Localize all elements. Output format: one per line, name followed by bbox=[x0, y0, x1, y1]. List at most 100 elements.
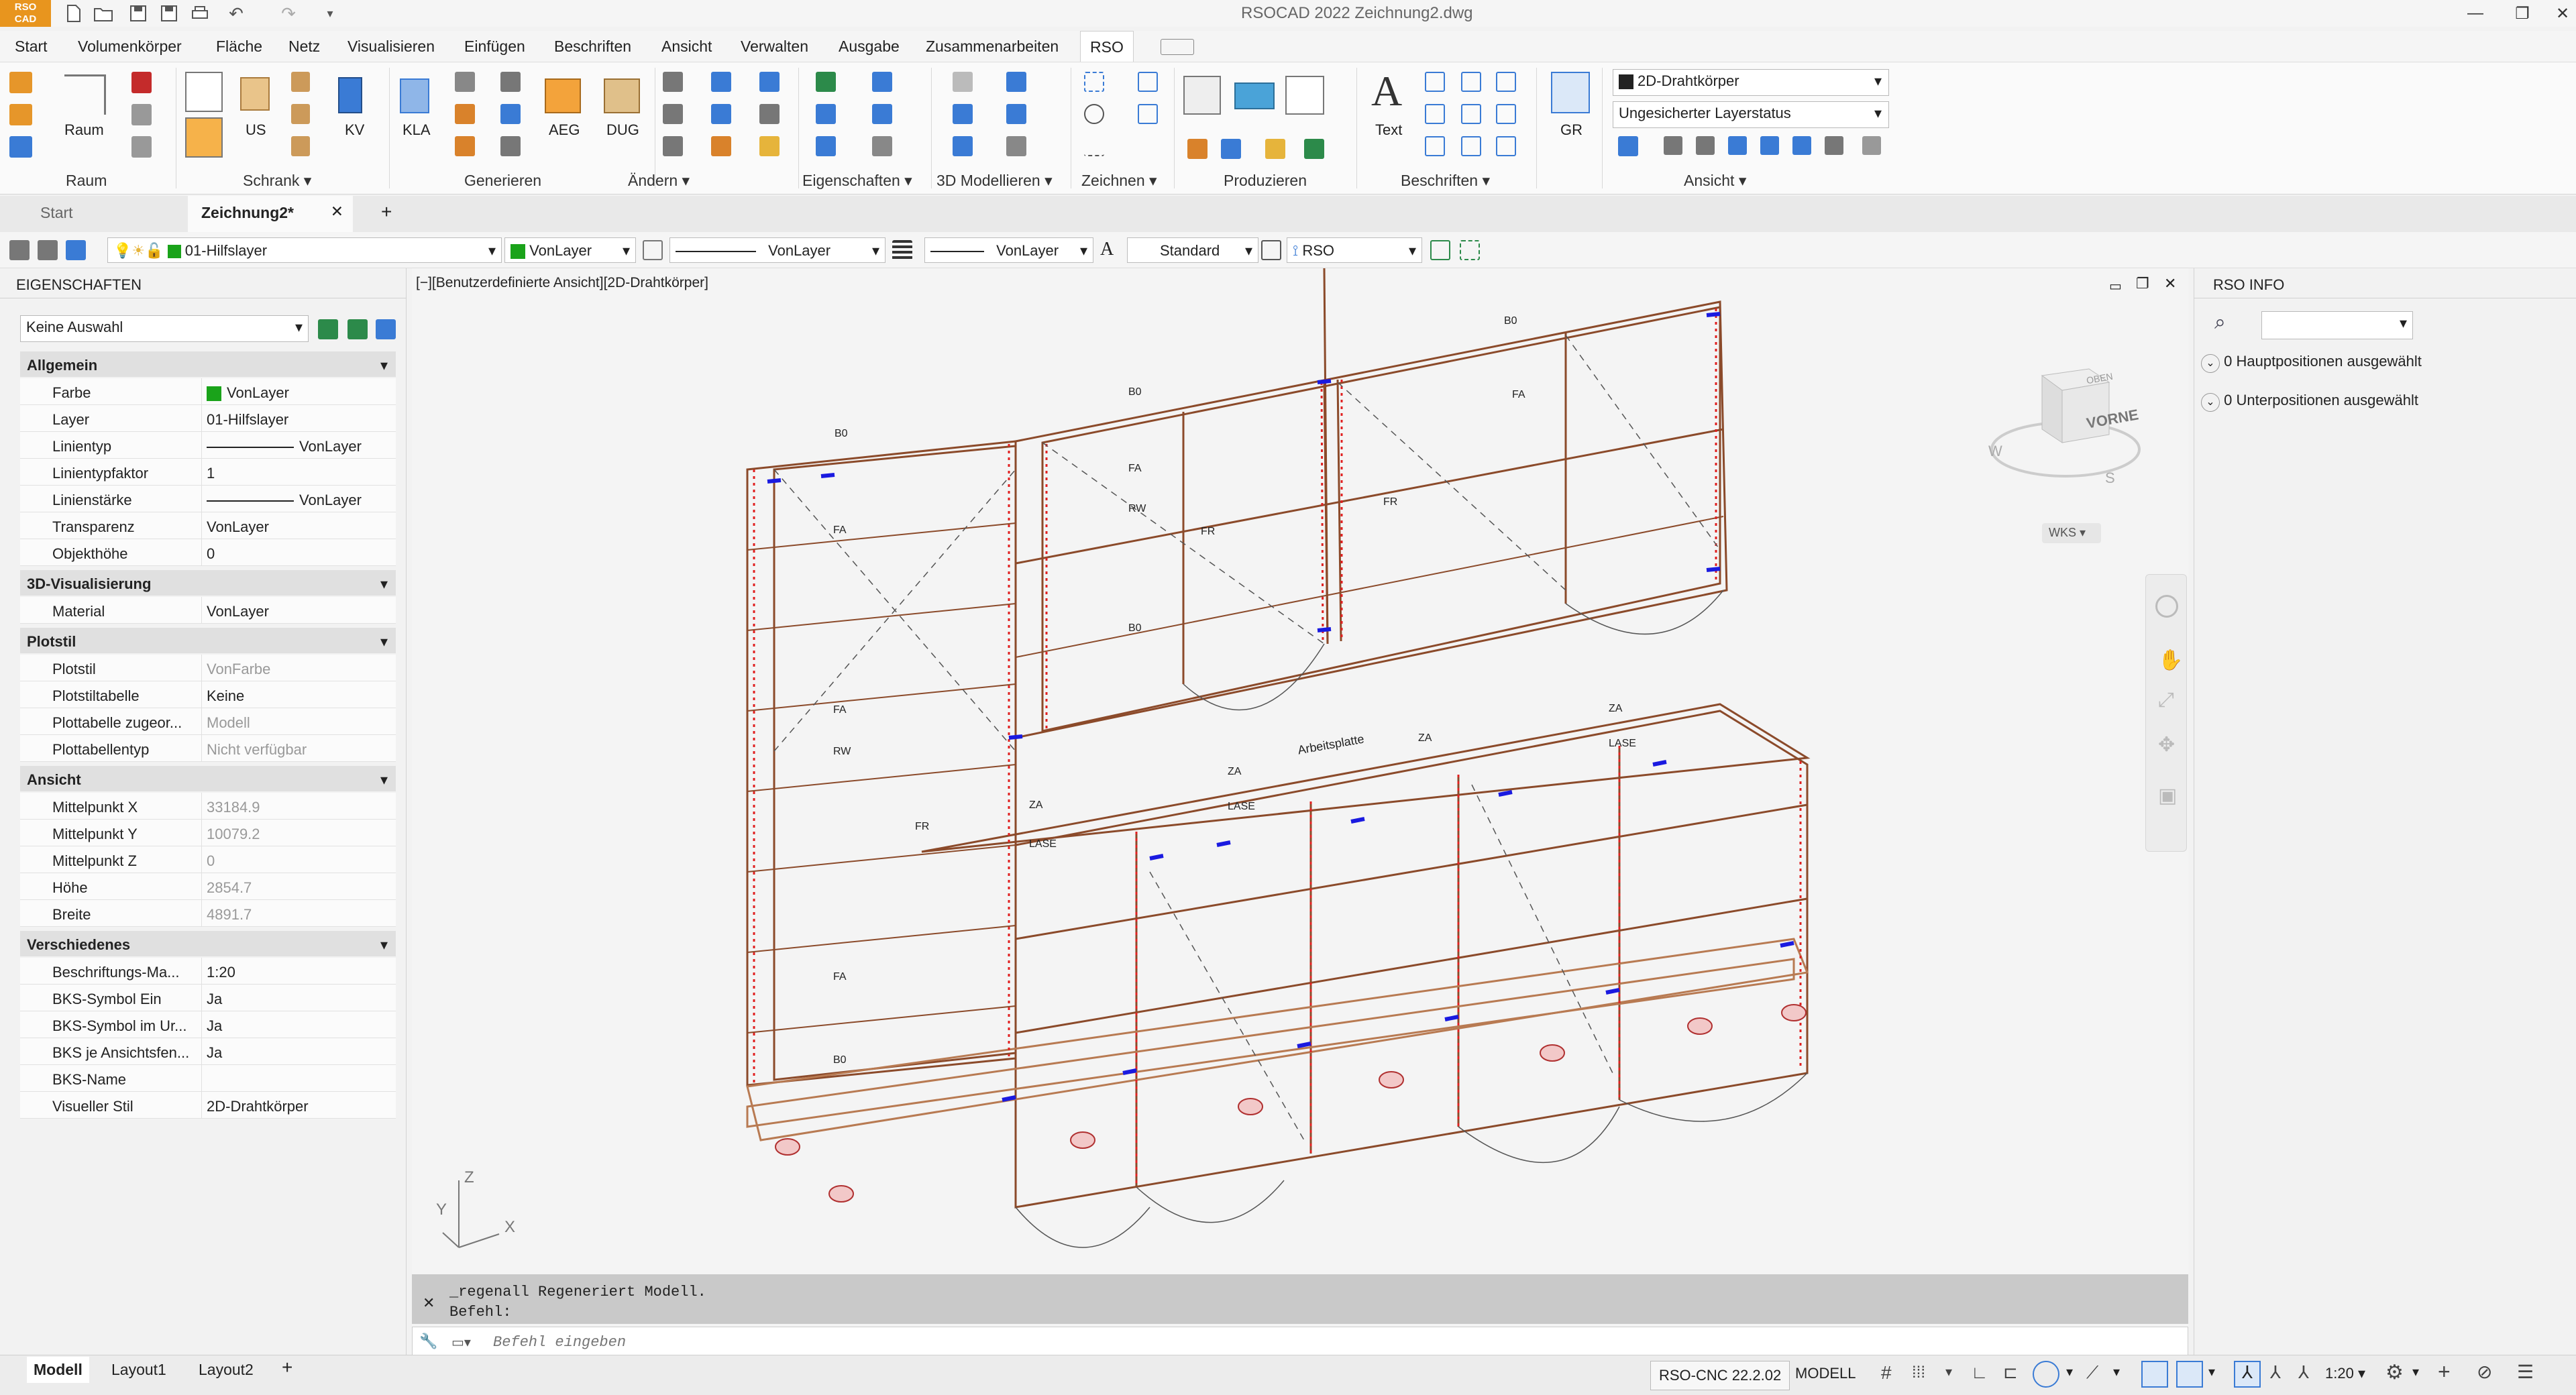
model3d-icon-3[interactable] bbox=[953, 136, 973, 156]
cabinet-small-icon[interactable] bbox=[291, 72, 310, 92]
gray-box-icon[interactable] bbox=[131, 104, 152, 125]
tab-volumenkoerper[interactable]: Volumenkörper bbox=[78, 38, 182, 56]
dim-icon-7[interactable] bbox=[1496, 72, 1516, 92]
cabinet-small-icon-3[interactable] bbox=[291, 136, 310, 156]
object-snap-icon[interactable] bbox=[2176, 1361, 2203, 1388]
dim-icon-1[interactable] bbox=[1425, 72, 1445, 92]
text-style-select[interactable]: Standard ▾ bbox=[1127, 237, 1258, 263]
linetype-select[interactable]: VonLayer ▾ bbox=[669, 237, 885, 263]
property-row[interactable]: Plottabellentyp Nicht verfügbar bbox=[20, 735, 396, 762]
property-row[interactable]: BKS-Name bbox=[20, 1065, 396, 1092]
tab-start-doc[interactable]: Start bbox=[27, 196, 87, 232]
dim-icon-6[interactable] bbox=[1461, 136, 1481, 156]
us-cabinet-icon[interactable] bbox=[240, 77, 270, 111]
add-icon[interactable]: + bbox=[2438, 1359, 2451, 1384]
property-value[interactable]: VonLayer bbox=[207, 384, 289, 402]
property-row[interactable]: BKS je Ansichtsfen... Ja bbox=[20, 1038, 396, 1065]
property-row[interactable]: Layer 01-Hilfslayer bbox=[20, 405, 396, 432]
dim-icon-3[interactable] bbox=[1425, 136, 1445, 156]
view-icon-2[interactable] bbox=[1664, 136, 1682, 155]
kla-icon[interactable] bbox=[400, 78, 429, 113]
lineweight-icon[interactable] bbox=[892, 240, 912, 260]
property-row[interactable]: Höhe 2854.7 bbox=[20, 873, 396, 900]
customize-icon[interactable]: 🔧 bbox=[419, 1333, 437, 1350]
modify-icon-4[interactable] bbox=[711, 72, 731, 92]
tab-ausgabe[interactable]: Ausgabe bbox=[839, 38, 900, 56]
produce-icon-4[interactable] bbox=[1304, 139, 1324, 159]
modify-icon-8[interactable] bbox=[759, 104, 780, 124]
modify-icon-5[interactable] bbox=[711, 104, 731, 124]
modify-icon-7[interactable] bbox=[759, 72, 780, 92]
annotation-autoscale-icon[interactable]: ⅄ bbox=[2270, 1362, 2281, 1383]
main-positions-item[interactable]: ⌄ 0 Hauptpositionen ausgewählt bbox=[2201, 353, 2422, 373]
app-logo[interactable]: RSO CAD bbox=[0, 0, 51, 27]
layout-tab-1[interactable]: Layout1 bbox=[111, 1361, 166, 1379]
layer-properties-icon[interactable] bbox=[9, 240, 30, 260]
layout-tab-model[interactable]: Modell bbox=[27, 1357, 89, 1383]
snap-icon[interactable]: ⁞⁞⁞ bbox=[1912, 1363, 1925, 1382]
aeg-icon[interactable] bbox=[545, 78, 581, 113]
dim-style-select[interactable]: ⟟ RSO ▾ bbox=[1287, 237, 1422, 263]
generate-icon-3[interactable] bbox=[455, 136, 475, 156]
property-row[interactable]: Material VonLayer bbox=[20, 597, 396, 624]
workspace-gear-icon[interactable]: ⚙ bbox=[2385, 1361, 2404, 1384]
dug-button-label[interactable]: DUG bbox=[606, 121, 639, 139]
draw-rect-icon[interactable] bbox=[1138, 72, 1158, 92]
model-space-toggle[interactable]: MODELL bbox=[1795, 1365, 1856, 1382]
tab-zeichnung2[interactable]: Zeichnung2* ✕ bbox=[188, 196, 353, 232]
close-command-icon[interactable]: ✕ bbox=[423, 1294, 435, 1312]
binoculars-icon[interactable]: ⌕ bbox=[2214, 311, 2226, 334]
linetype-icon[interactable] bbox=[643, 240, 663, 260]
model3d-icon-5[interactable] bbox=[1006, 104, 1026, 124]
dim-icon-2[interactable] bbox=[1425, 104, 1445, 124]
property-value[interactable]: Ja bbox=[207, 1044, 222, 1062]
property-row[interactable]: Breite 4891.7 bbox=[20, 900, 396, 927]
view-icon-1[interactable] bbox=[1618, 136, 1638, 156]
isolate-objects-icon[interactable]: ⊘ bbox=[2477, 1361, 2492, 1383]
property-value[interactable]: Keine bbox=[207, 687, 244, 705]
us-button-label[interactable]: US bbox=[246, 121, 266, 139]
polar-dropdown-icon[interactable]: ▾ bbox=[2066, 1363, 2073, 1380]
lineweight-select[interactable]: VonLayer ▾ bbox=[924, 237, 1093, 263]
grid-icon[interactable]: # bbox=[1881, 1362, 1892, 1384]
property-row[interactable]: Farbe VonLayer bbox=[20, 378, 396, 405]
view-icon-3[interactable] bbox=[1696, 136, 1715, 155]
draw-arc-icon[interactable] bbox=[1084, 72, 1104, 92]
cabinet-orange-icon[interactable] bbox=[185, 117, 223, 158]
property-section-header[interactable]: Ansicht ▾ bbox=[20, 766, 396, 791]
object-snap-tracking-icon[interactable] bbox=[2141, 1361, 2168, 1388]
property-value[interactable]: Nicht verfügbar bbox=[207, 741, 307, 759]
dim-style-icon[interactable] bbox=[1261, 240, 1281, 260]
produce-icon-1[interactable] bbox=[1187, 139, 1208, 159]
wcs-menu[interactable]: WKS ▾ bbox=[2042, 523, 2101, 543]
property-row[interactable]: Mittelpunkt Z 0 bbox=[20, 846, 396, 873]
quick-select-icon[interactable] bbox=[376, 319, 396, 339]
text-icon[interactable]: A bbox=[1371, 66, 1402, 116]
save-as-icon[interactable] bbox=[154, 0, 184, 27]
draw-hatch-icon[interactable] bbox=[1138, 104, 1158, 124]
showmotion-icon[interactable]: ▣ bbox=[2158, 784, 2177, 807]
generate-icon-6[interactable] bbox=[500, 136, 521, 156]
draw-line-icon[interactable] bbox=[1084, 136, 1104, 156]
property-section-header[interactable]: 3D-Visualisierung ▾ bbox=[20, 570, 396, 596]
cabinet-small-icon-2[interactable] bbox=[291, 104, 310, 124]
dim-icon-5[interactable] bbox=[1461, 104, 1481, 124]
collapse-chevron-icon[interactable]: ▾ bbox=[380, 575, 388, 593]
property-value[interactable]: 33184.9 bbox=[207, 799, 260, 816]
produce-cnc-icon[interactable] bbox=[1234, 82, 1275, 109]
orbit-icon[interactable]: ✥ bbox=[2158, 733, 2175, 757]
annotation-visibility-icon[interactable]: ⅄ bbox=[2234, 1361, 2261, 1388]
gr-icon[interactable] bbox=[1551, 72, 1590, 113]
property-row[interactable]: Plotstiltabelle Keine bbox=[20, 681, 396, 708]
expand-icon[interactable]: ⌄ bbox=[2201, 354, 2220, 373]
rso-select[interactable]: ▾ bbox=[2261, 311, 2413, 339]
command-input[interactable] bbox=[493, 1331, 2170, 1353]
layer-select[interactable]: 💡☀🔓 01-Hilfslayer ▾ bbox=[107, 237, 502, 263]
draw-circle-icon[interactable] bbox=[1084, 104, 1104, 124]
property-section-header[interactable]: Verschiedenes ▾ bbox=[20, 931, 396, 956]
room-rotate-icon[interactable] bbox=[9, 136, 32, 158]
property-value[interactable]: 1 bbox=[207, 465, 215, 482]
dim-icon-8[interactable] bbox=[1496, 104, 1516, 124]
modify-icon-9[interactable] bbox=[759, 136, 780, 156]
kv-icon[interactable] bbox=[338, 77, 362, 113]
